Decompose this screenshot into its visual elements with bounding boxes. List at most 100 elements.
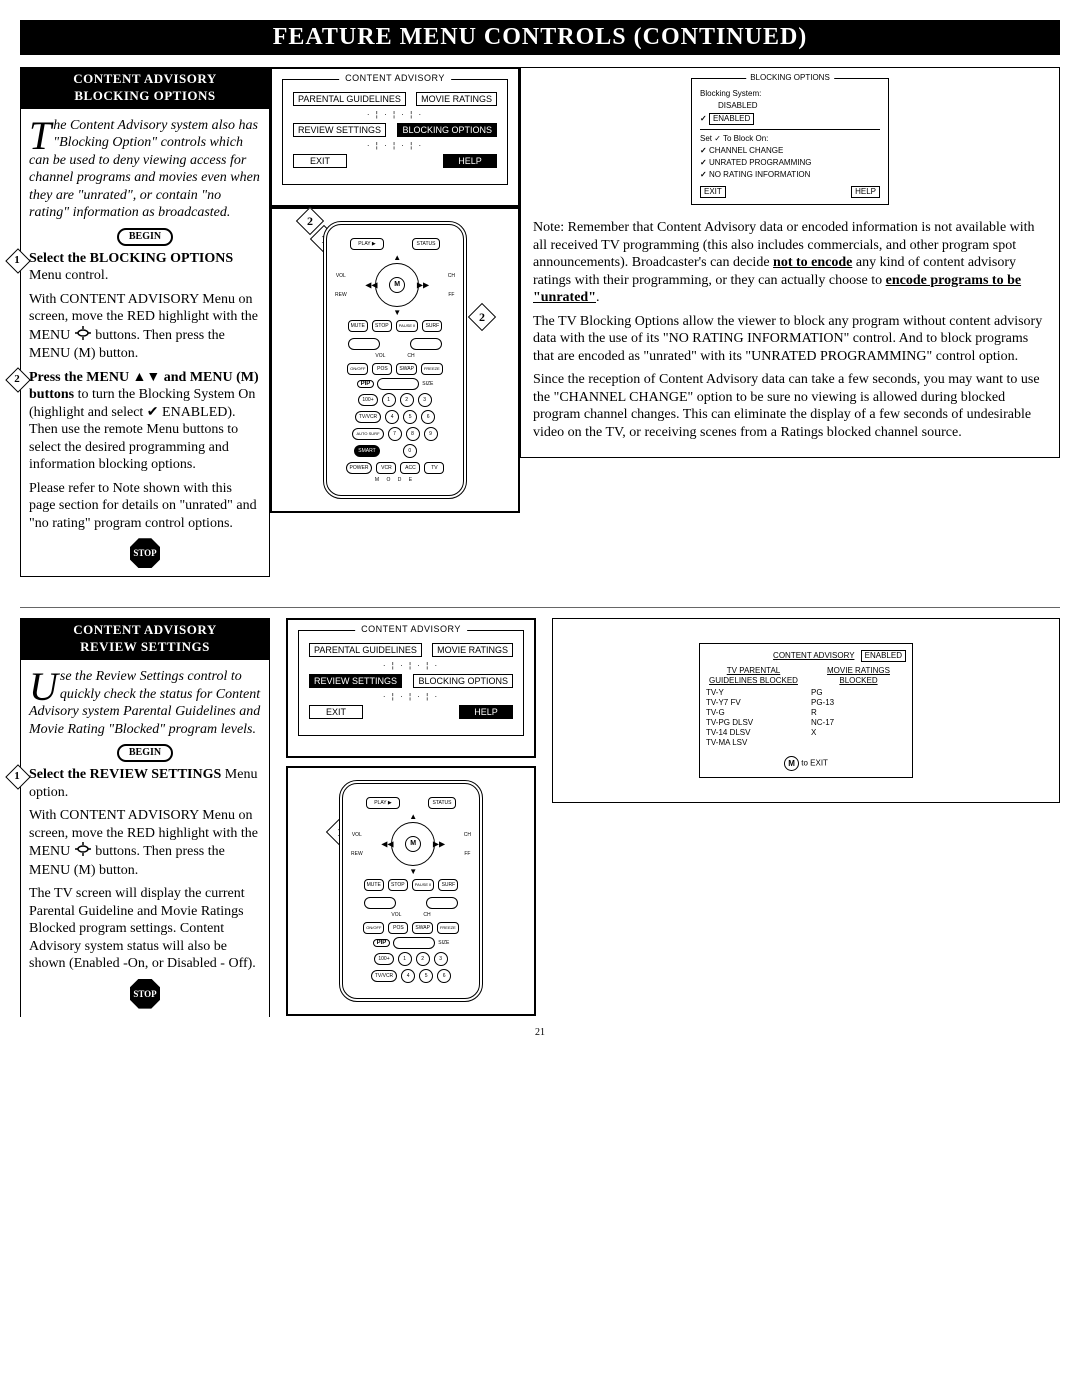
remote-play[interactable]: PLAY ▶: [366, 797, 400, 809]
step1-para: With CONTENT ADVISORY Menu on screen, mo…: [29, 291, 261, 363]
remote-pip-swap[interactable]: SWAP: [412, 922, 433, 934]
remote-pip-pos[interactable]: POS: [372, 363, 392, 375]
remote-100plus[interactable]: 100+: [374, 953, 393, 965]
key-3[interactable]: 3: [434, 952, 448, 966]
label: CH: [448, 273, 455, 279]
step1-para: With CONTENT ADVISORY Menu on screen, mo…: [29, 807, 261, 879]
key-0[interactable]: 0: [403, 444, 417, 458]
begin-pill: BEGIN: [117, 744, 173, 762]
remote-pip-pos[interactable]: POS: [388, 922, 408, 934]
remote-pip-swap[interactable]: SWAP: [396, 363, 417, 375]
key-7[interactable]: 7: [388, 427, 402, 441]
remote-pip-freeze[interactable]: FREEZE: [421, 363, 443, 375]
step-badge-1: 1: [9, 766, 29, 786]
review-settings-osd: CONTENT ADVISORY ENABLED TV PARENTAL GUI…: [699, 643, 913, 778]
remote-surf[interactable]: SURF: [422, 320, 442, 332]
remote-pip-size[interactable]: [393, 937, 435, 949]
osd-btn-exit[interactable]: EXIT: [309, 705, 363, 719]
osd-btn-help[interactable]: HELP: [459, 705, 513, 719]
chk-channel-change[interactable]: CHANNEL CHANGE: [700, 146, 880, 156]
osd-btn-review[interactable]: REVIEW SETTINGS: [309, 674, 402, 688]
opt-enabled[interactable]: ENABLED: [709, 113, 754, 125]
remote-menu-button[interactable]: M: [405, 836, 421, 852]
osd-exit[interactable]: EXIT: [700, 186, 726, 198]
arrow-up-icon[interactable]: ▲: [393, 253, 401, 262]
remote-status[interactable]: STATUS: [428, 797, 456, 809]
remote-stop[interactable]: STOP: [388, 879, 408, 891]
arrow-right-icon[interactable]: ▶▶: [417, 281, 429, 290]
remote-mute[interactable]: MUTE: [348, 320, 368, 332]
remote-pause[interactable]: PAUSE II: [412, 879, 435, 891]
arrow-down-icon[interactable]: ▼: [409, 867, 417, 876]
remote-pip-onoff[interactable]: ON/OFF: [363, 922, 384, 934]
remote-ch-rocker[interactable]: [426, 897, 458, 909]
osd-btn-review[interactable]: REVIEW SETTINGS: [293, 123, 386, 137]
remote-autosurf[interactable]: AUTO SURF: [352, 428, 383, 440]
remote-status[interactable]: STATUS: [412, 238, 440, 250]
osd-btn-movie[interactable]: MOVIE RATINGS: [432, 643, 513, 657]
key-9[interactable]: 9: [424, 427, 438, 441]
remote-mode-acc[interactable]: ACC: [400, 462, 420, 474]
arrow-right-icon[interactable]: ▶▶: [433, 840, 445, 849]
key-6[interactable]: 6: [437, 969, 451, 983]
label: Blocking System:: [700, 89, 880, 99]
osd-btn-exit[interactable]: EXIT: [293, 154, 347, 168]
key-5[interactable]: 5: [419, 969, 433, 983]
remote-dpad[interactable]: ▲ ▼ ◀◀ ▶▶ M: [367, 255, 427, 315]
remote-mute[interactable]: MUTE: [364, 879, 384, 891]
key-2[interactable]: 2: [416, 952, 430, 966]
key-5[interactable]: 5: [403, 410, 417, 424]
status-enabled: ENABLED: [861, 650, 906, 662]
key-1[interactable]: 1: [398, 952, 412, 966]
osd-help[interactable]: HELP: [851, 186, 880, 198]
remote-vol-rocker[interactable]: [348, 338, 380, 350]
remote-tvvcr[interactable]: TV/VCR: [355, 411, 381, 423]
chk-unrated[interactable]: UNRATED PROGRAMMING: [700, 158, 880, 168]
remote-vol-rocker[interactable]: [364, 897, 396, 909]
page-number: 21: [20, 1027, 1060, 1038]
remote-100plus[interactable]: 100+: [358, 394, 377, 406]
opt-disabled[interactable]: DISABLED: [718, 101, 758, 110]
remote-mode-tv[interactable]: TV: [424, 462, 444, 474]
arrow-left-icon[interactable]: ◀◀: [365, 281, 377, 290]
osd-btn-parental[interactable]: PARENTAL GUIDELINES: [293, 92, 406, 106]
remote-ch-rocker[interactable]: [410, 338, 442, 350]
osd-btn-blocking[interactable]: BLOCKING OPTIONS: [413, 674, 513, 688]
osd-btn-movie[interactable]: MOVIE RATINGS: [416, 92, 497, 106]
osd-btn-parental[interactable]: PARENTAL GUIDELINES: [309, 643, 422, 657]
key-1[interactable]: 1: [382, 393, 396, 407]
label: REW: [335, 292, 347, 298]
key-4[interactable]: 4: [401, 969, 415, 983]
remote-pause[interactable]: PAUSE II: [396, 320, 419, 332]
arrow-up-icon[interactable]: ▲: [409, 812, 417, 821]
cursor-ring-icon: [74, 326, 92, 346]
chk-norating[interactable]: NO RATING INFORMATION: [700, 170, 880, 180]
remote-smart[interactable]: SMART: [354, 445, 379, 457]
dots: · ¦ · ¦ · ¦ ·: [293, 110, 497, 119]
remote-pip-freeze[interactable]: FREEZE: [437, 922, 459, 934]
key-6[interactable]: 6: [421, 410, 435, 424]
remote-control: PLAY ▶ STATUS VOL REW ▲ ▼ ◀◀ ▶▶: [323, 221, 467, 499]
key-2[interactable]: 2: [400, 393, 414, 407]
remote-pip-onoff[interactable]: ON/OFF: [347, 363, 368, 375]
remote-stop[interactable]: STOP: [372, 320, 392, 332]
key-4[interactable]: 4: [385, 410, 399, 424]
remote-menu-button[interactable]: M: [389, 277, 405, 293]
osd-btn-blocking[interactable]: BLOCKING OPTIONS: [397, 123, 497, 137]
key-8[interactable]: 8: [406, 427, 420, 441]
remote-mode-vcr[interactable]: VCR: [376, 462, 396, 474]
remote-tvvcr[interactable]: TV/VCR: [371, 970, 397, 982]
stop-icon: STOP: [130, 538, 160, 568]
remote-dpad[interactable]: ▲ ▼ ◀◀ ▶▶ M: [383, 814, 443, 874]
key-3[interactable]: 3: [418, 393, 432, 407]
dots: · ¦ · ¦ · ¦ ·: [309, 661, 513, 670]
remote-power[interactable]: POWER: [346, 462, 373, 474]
section1-intro: T he Content Advisory system also has "B…: [29, 117, 261, 222]
pip-label: PIP: [373, 939, 391, 947]
osd-btn-help[interactable]: HELP: [443, 154, 497, 168]
arrow-down-icon[interactable]: ▼: [393, 308, 401, 317]
remote-play[interactable]: PLAY ▶: [350, 238, 384, 250]
remote-surf[interactable]: SURF: [438, 879, 458, 891]
arrow-left-icon[interactable]: ◀◀: [381, 840, 393, 849]
remote-pip-size[interactable]: [377, 378, 419, 390]
